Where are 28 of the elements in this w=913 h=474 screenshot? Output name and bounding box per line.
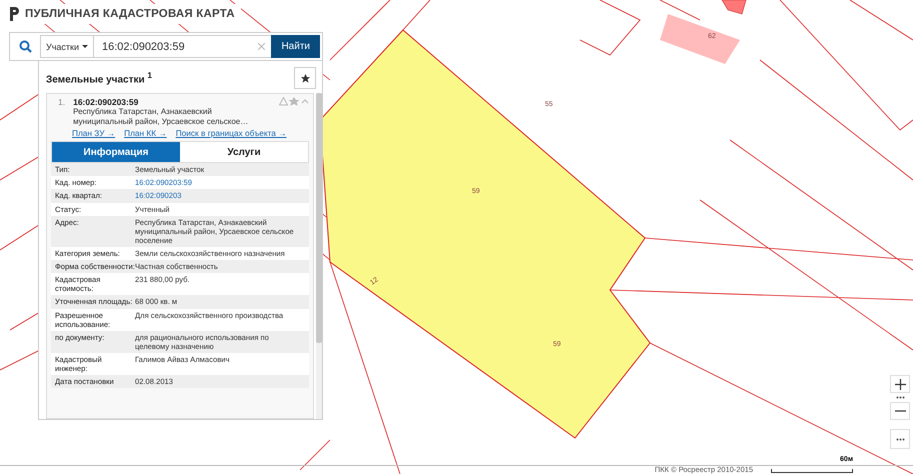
tab[interactable]: Информация [52,142,180,162]
search-type-dropdown[interactable]: Участки [40,35,94,58]
search-field[interactable]: 16:02:090203:59 [94,35,272,58]
minus-icon [894,410,906,412]
results-title: Земельные участки $^{1}$ [46,70,152,86]
plus-icon [894,378,906,390]
star-icon [300,72,310,84]
search-icon[interactable] [19,40,32,53]
tab[interactable]: Услуги [180,142,308,162]
find-button[interactable]: Найти [271,35,320,58]
zoom-in-button[interactable] [890,375,910,393]
more-button[interactable] [890,429,910,449]
plan-link[interactable]: Поиск в границах объекта → [176,128,287,138]
favorites-button[interactable] [294,67,316,89]
dots-icon [896,438,904,440]
logo-icon [10,7,19,21]
scrollbar-thumb[interactable] [316,93,322,343]
address-text: Республика Татарстан, Азнакаевский муниципальный район, Урсаевское сельское… [73,107,250,126]
result-number: 1. [58,97,66,107]
caret-icon [82,45,88,48]
scrollbar[interactable] [316,93,322,419]
zoom-out-button[interactable] [890,402,910,420]
building-footprint[interactable] [721,0,746,14]
cadastral-number: 16:02:090203:59 [73,97,140,107]
plan-link[interactable]: План ЗУ → [72,128,116,138]
dots-icon [896,396,904,399]
app-title: ПУБЛИЧНАЯ КАДАСТРОВАЯ КАРТА [25,8,235,20]
plan-link[interactable]: План КК → [124,128,167,138]
